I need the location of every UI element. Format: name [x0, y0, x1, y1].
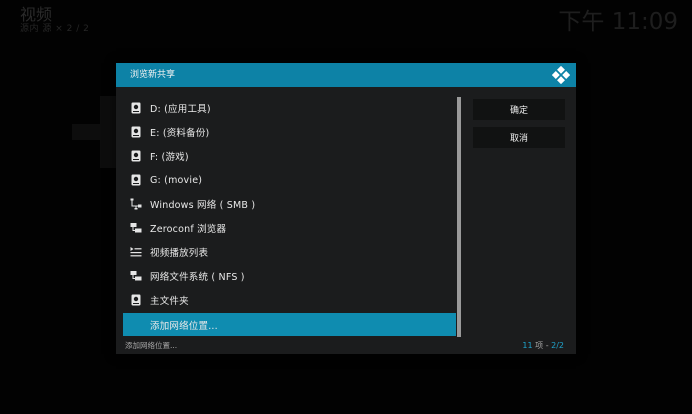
network-share-icon: [130, 222, 142, 234]
playlist-icon: [130, 246, 142, 258]
dialog-header: 浏览新共享: [116, 63, 576, 87]
list-item-label: 添加网络位置...: [150, 320, 218, 332]
browse-share-dialog: 浏览新共享 D: (应用工具) E: (资料备份) F: (游戏) G: (mo…: [116, 63, 576, 354]
list-item-zeroconf[interactable]: Zeroconf 浏览器: [123, 217, 456, 239]
screen: 视频 源内 源 × 2 / 2 下午 11:09 浏览新共享 D: (应用工具)…: [0, 0, 692, 414]
list-item-nfs[interactable]: 网络文件系统 ( NFS ): [123, 265, 456, 287]
selected-item-hint: 添加网络位置...: [125, 341, 178, 350]
list-item-label: 主文件夹: [150, 296, 189, 307]
ok-button[interactable]: 确定: [473, 99, 565, 120]
harddisk-icon: [130, 150, 142, 162]
list-item-add-network-location[interactable]: 添加网络位置...: [123, 313, 456, 336]
list-item-drive-f[interactable]: F: (游戏): [123, 145, 456, 167]
list-item-label: Windows 网络 ( SMB ): [150, 200, 256, 211]
page-indicator: 2/2: [551, 341, 564, 350]
list-item-drive-e[interactable]: E: (资料备份): [123, 121, 456, 143]
harddisk-icon: [130, 126, 142, 138]
list-item-label: D: (应用工具): [150, 104, 211, 115]
window-title: 视频: [20, 5, 53, 24]
kodi-logo-icon: [551, 65, 571, 85]
network-icon: [130, 198, 142, 210]
window-subtitle: 源内 源 × 2 / 2: [20, 24, 90, 34]
list-item-drive-g[interactable]: G: (movie): [123, 169, 456, 191]
list-item-video-playlists[interactable]: 视频播放列表: [123, 241, 456, 263]
harddisk-icon: [130, 294, 142, 306]
source-list: D: (应用工具) E: (资料备份) F: (游戏) G: (movie) W…: [123, 97, 456, 337]
scrollbar-thumb[interactable]: [457, 97, 461, 337]
dialog-title: 浏览新共享: [130, 70, 176, 80]
harddisk-icon: [130, 174, 142, 186]
item-count-number: 11: [522, 341, 533, 350]
harddisk-icon: [130, 102, 142, 114]
list-item-home-folder[interactable]: 主文件夹: [123, 289, 456, 311]
list-item-label: F: (游戏): [150, 152, 189, 163]
list-item-label: E: (资料备份): [150, 128, 210, 139]
item-count: 11 项 - 2/2: [522, 341, 564, 351]
clock: 下午 11:09: [558, 9, 678, 35]
list-item-windows-smb[interactable]: Windows 网络 ( SMB ): [123, 193, 456, 215]
scrollbar[interactable]: [457, 97, 461, 337]
list-item-label: 视频播放列表: [150, 248, 209, 259]
list-item-drive-d[interactable]: D: (应用工具): [123, 97, 456, 119]
network-share-icon: [130, 270, 142, 282]
list-item-label: G: (movie): [150, 174, 203, 186]
cancel-button[interactable]: 取消: [473, 127, 565, 148]
list-item-label: Zeroconf 浏览器: [150, 224, 227, 235]
list-item-icon-placeholder: [130, 319, 142, 331]
list-item-label: 网络文件系统 ( NFS ): [150, 272, 245, 283]
item-count-suffix: 项 -: [532, 341, 552, 350]
